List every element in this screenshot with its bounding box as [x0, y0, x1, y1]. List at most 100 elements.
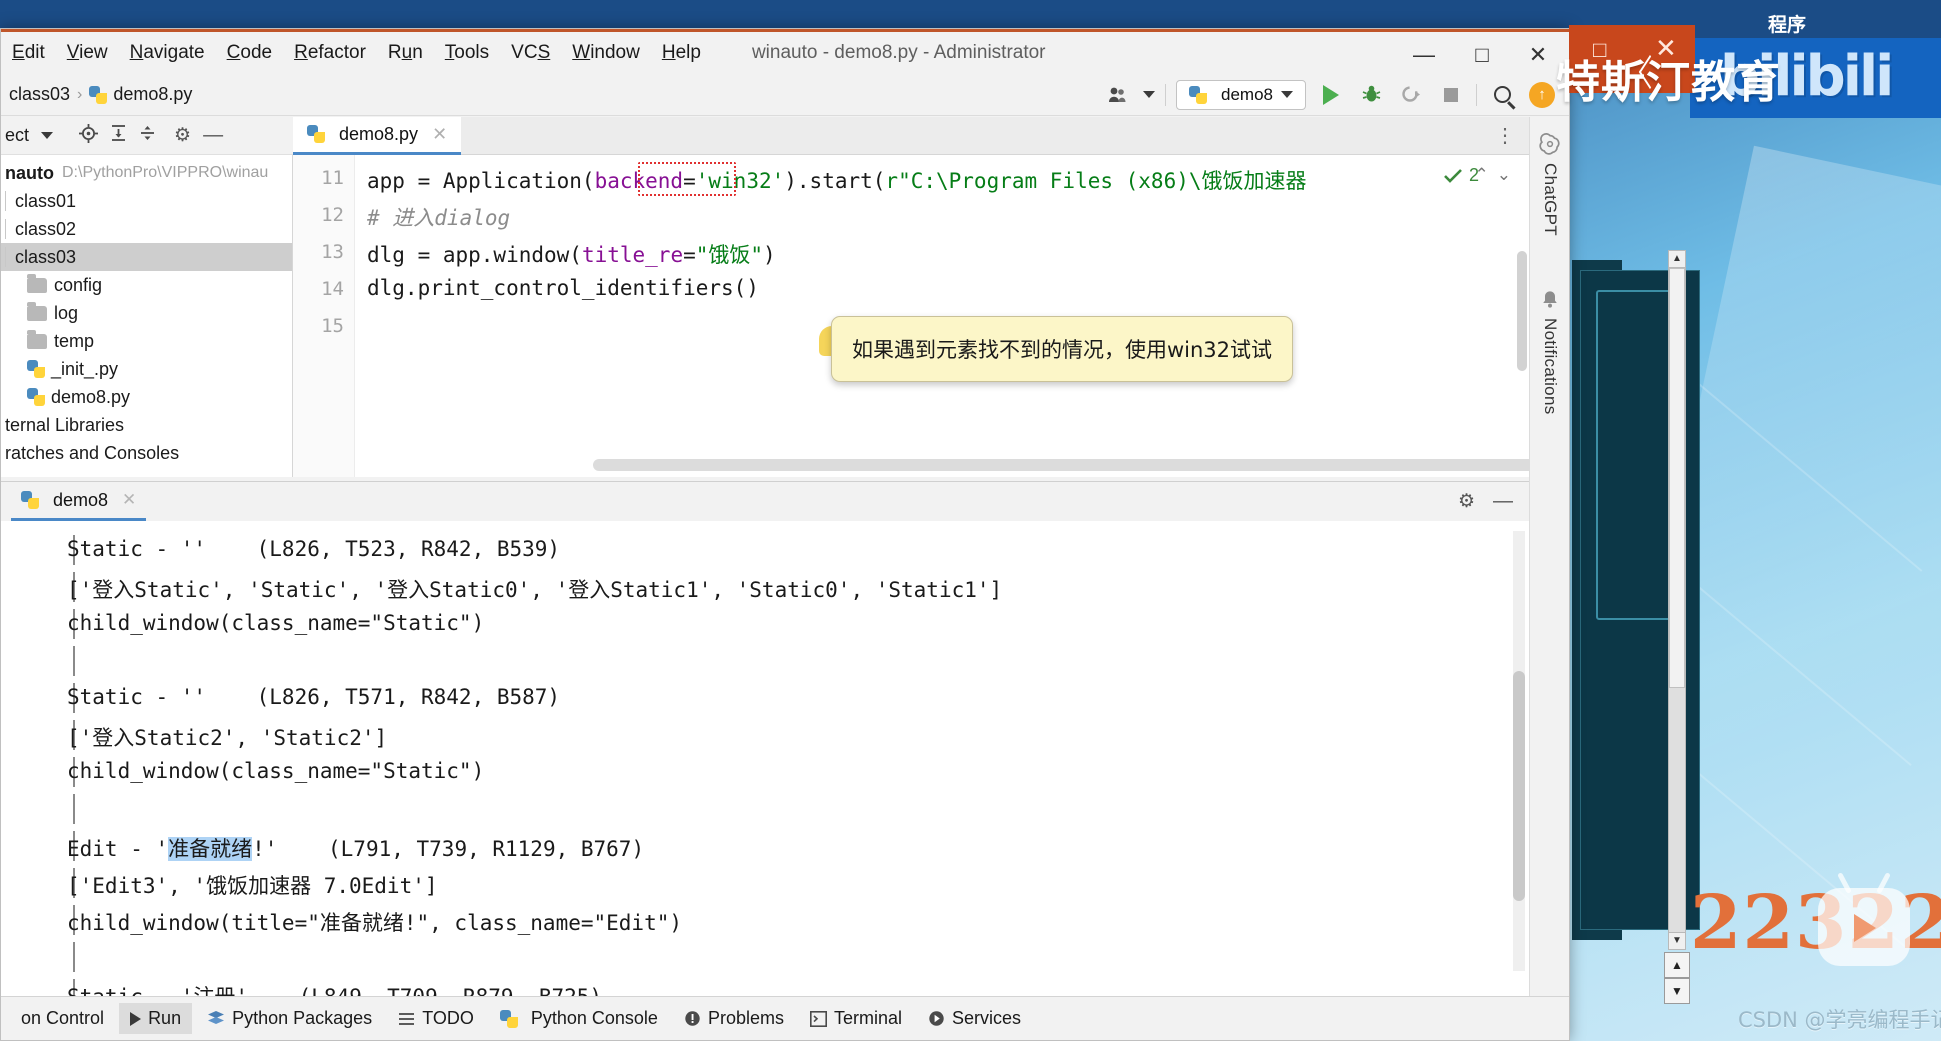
tree-node-external-libraries[interactable]: ternal Libraries	[1, 411, 292, 439]
menu-edit[interactable]: Edit	[1, 38, 56, 68]
menu-refactor[interactable]: Refactor	[283, 38, 377, 68]
line-number: 14	[321, 278, 344, 300]
chevron-down-icon[interactable]: ⌄	[1497, 165, 1519, 184]
line-number: 12	[321, 204, 344, 226]
menu-tools[interactable]: Tools	[434, 38, 500, 68]
console-line-marker	[73, 794, 75, 824]
editor-horizontal-scrollbar[interactable]	[593, 459, 1531, 471]
terminal-icon	[810, 1011, 827, 1027]
menu-window[interactable]: Window	[561, 38, 651, 68]
run-tab-demo8[interactable]: demo8 ✕	[11, 483, 146, 521]
tree-node-log[interactable]: log	[1, 299, 292, 327]
locate-icon[interactable]	[79, 124, 98, 148]
search-everywhere-icon[interactable]	[1487, 80, 1517, 110]
run-configuration-selector[interactable]: demo8	[1176, 80, 1306, 110]
run-window-actions: ⚙ —	[1458, 490, 1531, 513]
window-maximize-button[interactable]: □	[1457, 38, 1507, 72]
collapse-all-icon[interactable]	[139, 124, 156, 147]
tool-button-problems[interactable]: Problems	[673, 1003, 795, 1034]
tool-strip-chatgpt[interactable]: ChatGPT	[1530, 133, 1570, 236]
run-configuration-label: demo8	[1221, 85, 1273, 105]
console-line-edit: Edit - '准备就绪!' (L791, T739, R1129, B767)	[67, 833, 644, 863]
brand-watermark: 特斯汀教育	[1556, 46, 1781, 110]
tree-node-temp[interactable]: temp	[1, 327, 292, 355]
menu-bar: Edit View Navigate Code Refactor Run Too…	[1, 32, 1569, 74]
console-scrollbar-thumb[interactable]	[1513, 671, 1525, 901]
close-icon[interactable]: ✕	[122, 490, 136, 510]
menu-vcs[interactable]: VCS	[500, 38, 561, 68]
run-console-output[interactable]: Static - '' (L826, T523, R842, B539) ['登…	[1, 521, 1531, 998]
update-icon[interactable]: ↑	[1527, 80, 1557, 110]
code-line-13[interactable]: dlg = app.window(title_re="饿饭")	[367, 239, 776, 269]
tool-button-todo[interactable]: TODO	[387, 1003, 485, 1034]
tree-node-class03[interactable]: class03	[1, 243, 292, 271]
editor-tab-bar: demo8.py ✕ ⋮	[293, 117, 1531, 155]
tool-strip-notifications[interactable]: Notifications	[1530, 289, 1570, 415]
tool-label-problems: Problems	[708, 1008, 784, 1029]
run-coverage-icon[interactable]	[1396, 80, 1426, 110]
tree-node-class01[interactable]: class01	[1, 187, 292, 215]
background-spinner-down[interactable]: ▼	[1664, 978, 1690, 1004]
python-console-icon	[500, 1010, 518, 1028]
menu-help[interactable]: Help	[651, 38, 712, 68]
editor-gutter[interactable]: 11 12 13 14 15	[293, 155, 355, 477]
background-scroll-down-button[interactable]: ▼	[1668, 932, 1686, 950]
menu-run[interactable]: Run	[377, 38, 434, 68]
settings-icon[interactable]: ⚙	[174, 124, 191, 147]
console-line: ['登入Static', 'Static', '登入Static0', '登入S…	[67, 574, 1002, 604]
editor-tab-demo8-py[interactable]: demo8.py ✕	[293, 117, 461, 155]
user-group-icon[interactable]	[1103, 80, 1133, 110]
background-spinner-up[interactable]: ▲	[1664, 952, 1690, 978]
console-line: ['Edit3', '饿饭加速器 7.0Edit']	[67, 870, 438, 900]
user-group-dropdown-arrow[interactable]	[1143, 91, 1155, 98]
run-tool-window-header: demo8 ✕ ⚙ —	[1, 481, 1531, 521]
stop-icon[interactable]	[1436, 80, 1466, 110]
inspection-nav-arrows[interactable]: ⌃⌄	[1475, 165, 1520, 185]
hide-panel-icon[interactable]: —	[203, 124, 223, 147]
expand-all-icon[interactable]	[110, 124, 127, 147]
console-line: ['登入Static2', 'Static2']	[67, 722, 387, 752]
tree-node-root[interactable]: nauto D:\PythonPro\VIPPRO\winau	[1, 159, 292, 187]
settings-icon[interactable]: ⚙	[1458, 490, 1475, 513]
python-run-icon	[21, 491, 39, 509]
tree-node-scratches[interactable]: ratches and Consoles	[1, 439, 292, 467]
screen-root: 程序 bilibili ▲ ▼ ▲ ▼ 2232258 CSDN @学亮编程手记…	[0, 0, 1941, 1041]
project-panel-dropdown-icon[interactable]	[41, 132, 53, 139]
tool-button-terminal[interactable]: Terminal	[799, 1003, 913, 1034]
tool-label-todo: TODO	[422, 1008, 474, 1029]
python-file-icon	[307, 125, 325, 143]
toolbar-divider	[1165, 84, 1166, 106]
tree-node-config[interactable]: config	[1, 271, 292, 299]
run-icon[interactable]	[1316, 80, 1346, 110]
tree-node-demo8-py[interactable]: demo8.py	[1, 383, 292, 411]
code-line-12[interactable]: # 进入dialog	[367, 202, 510, 232]
chevron-up-icon[interactable]: ⌃	[1475, 165, 1497, 184]
background-scrollbar-thumb[interactable]	[1669, 268, 1685, 688]
code-line-14[interactable]: dlg.print_control_identifiers()	[367, 276, 759, 300]
tool-button-python-console[interactable]: Python Console	[489, 1003, 669, 1034]
editor-tab-overflow-icon[interactable]: ⋮	[1495, 123, 1531, 148]
breadcrumb-item-demo8[interactable]: demo8.py	[113, 84, 192, 105]
tool-button-version-control[interactable]: on Control	[3, 1003, 115, 1034]
project-tree[interactable]: nauto D:\PythonPro\VIPPRO\winau class01 …	[1, 155, 293, 477]
tree-node-init-py[interactable]: _init_.py	[1, 355, 292, 383]
services-icon	[928, 1010, 945, 1027]
tool-button-python-packages[interactable]: Python Packages	[196, 1003, 383, 1034]
bug-glyph	[1361, 84, 1382, 105]
tool-button-services[interactable]: Services	[917, 1003, 1032, 1034]
breadcrumb-item-class03[interactable]: class03	[9, 84, 70, 105]
minimize-icon[interactable]: —	[1493, 490, 1513, 513]
debug-icon[interactable]	[1356, 80, 1386, 110]
code-line-11[interactable]: app = Application(backend='win32').start…	[367, 165, 1307, 195]
tool-button-run[interactable]: Run	[119, 1003, 192, 1034]
python-file-icon	[27, 388, 45, 406]
code-seg: title_re	[582, 243, 683, 267]
menu-code[interactable]: Code	[216, 38, 283, 68]
background-scroll-up-button[interactable]: ▲	[1668, 250, 1686, 268]
tree-node-class02[interactable]: class02	[1, 215, 292, 243]
menu-navigate[interactable]: Navigate	[119, 38, 216, 68]
window-minimize-button[interactable]: —	[1399, 38, 1449, 72]
editor-vertical-scrollbar[interactable]	[1517, 251, 1527, 371]
close-icon[interactable]: ✕	[432, 124, 447, 145]
menu-view[interactable]: View	[56, 38, 119, 68]
